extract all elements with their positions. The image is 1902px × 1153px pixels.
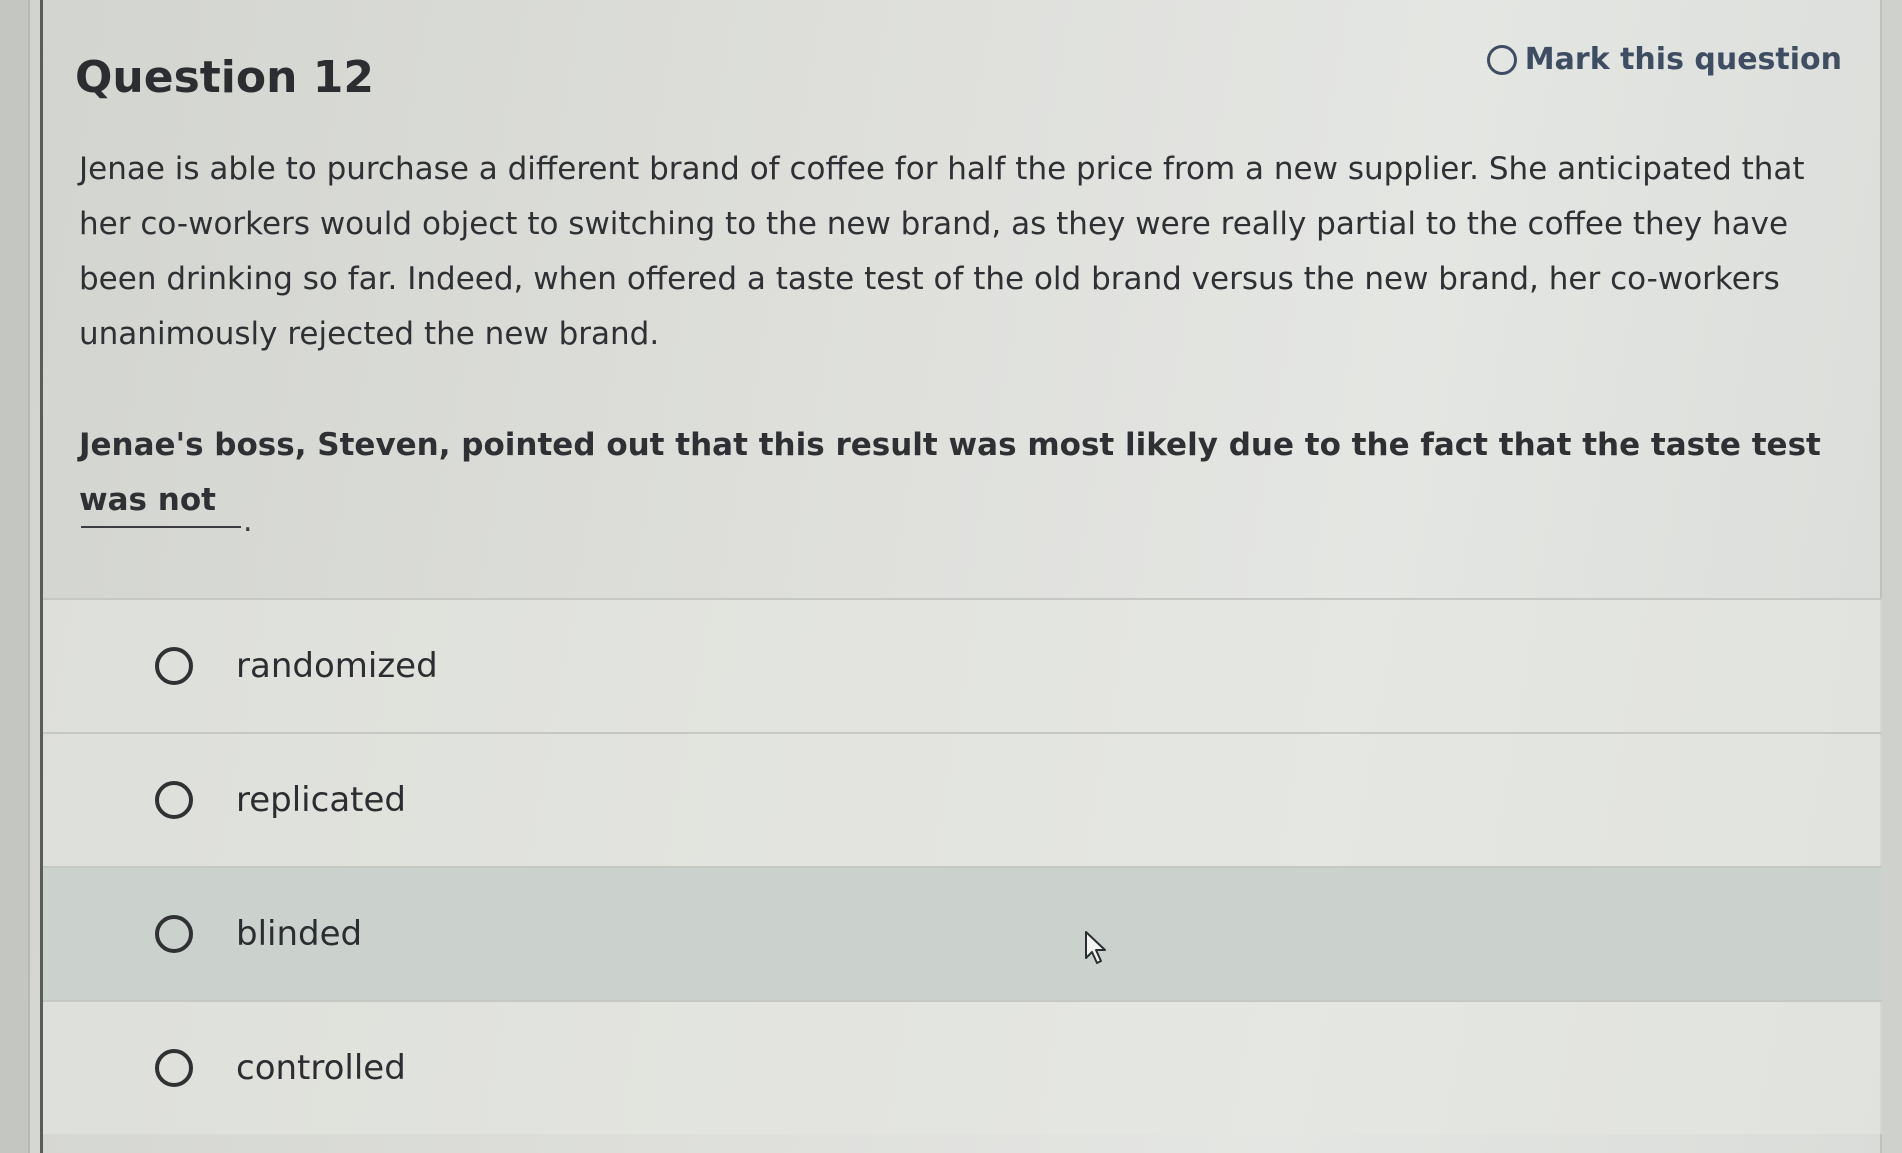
option-label: blinded [236,914,363,954]
question-prompt: Jenae's boss, Steven, pointed out that t… [79,427,1821,518]
option-randomized[interactable]: randomized [43,598,1882,732]
blank-underline [81,526,241,528]
radio-button-icon[interactable] [155,647,193,685]
answer-blank: . [81,504,253,539]
option-label: randomized [236,646,438,686]
question-stem: Jenae is able to purchase a different br… [79,151,1805,352]
radio-button-icon[interactable] [155,915,193,953]
mark-question-label: Mark this question [1524,42,1842,77]
option-blinded[interactable]: blinded [43,866,1882,1000]
option-label: controlled [236,1048,406,1088]
mark-question-button[interactable]: Mark this question [1486,42,1842,77]
option-label: replicated [236,780,406,820]
left-window-edge [0,0,30,1153]
radio-ring-icon [1486,44,1517,75]
radio-button-icon[interactable] [155,781,193,819]
option-controlled[interactable]: controlled [43,1000,1882,1134]
radio-button-icon[interactable] [155,1049,193,1087]
question-title: Question 12 [75,52,374,103]
question-card: Question 12 Mark this question Jenae is … [43,0,1882,1153]
blank-period: . [243,504,253,539]
answer-options: randomized replicated blinded controlled [43,598,1882,1134]
mouse-pointer-icon [1085,931,1106,964]
right-window-edge [1880,0,1902,1153]
screen: Question 12 Mark this question Jenae is … [0,0,1902,1153]
option-replicated[interactable]: replicated [43,732,1882,866]
